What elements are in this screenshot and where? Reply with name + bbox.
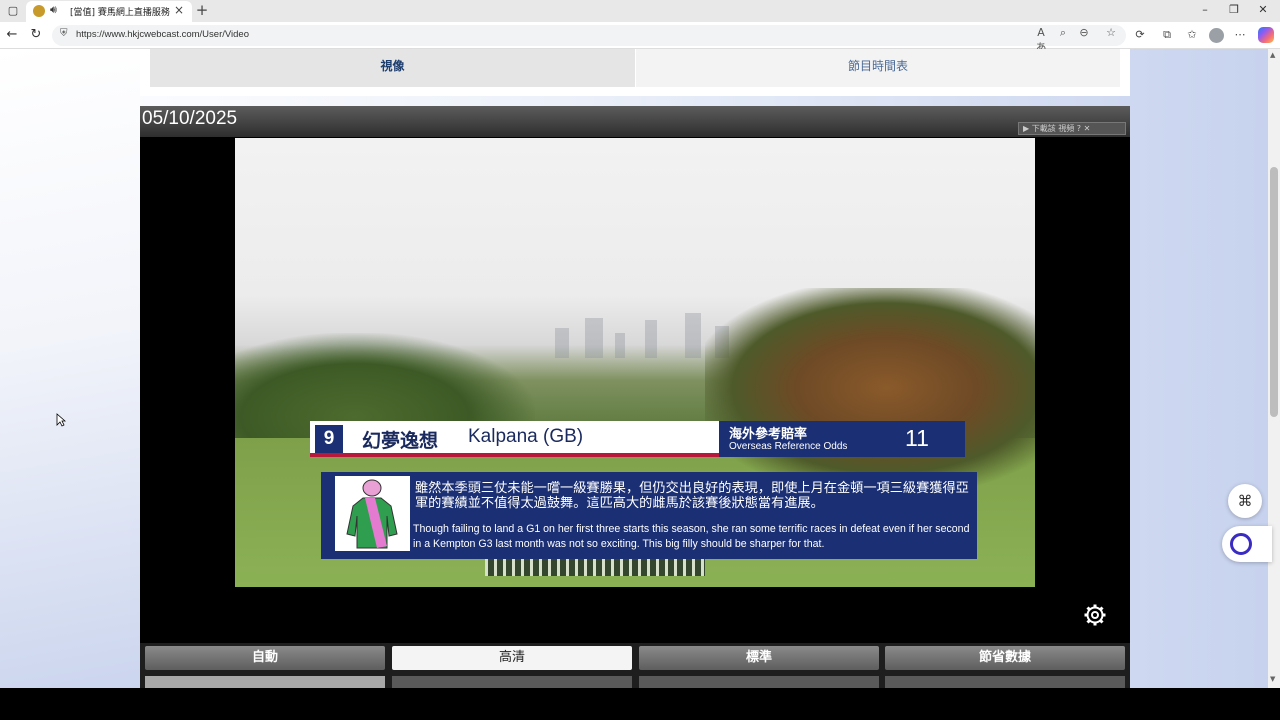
assistant-float-button[interactable] [1222, 526, 1272, 562]
tab-actions-icon[interactable]: ▢ [6, 4, 20, 18]
minimize-button[interactable]: – [1197, 3, 1213, 16]
scrollbar-thumb[interactable] [1270, 167, 1278, 417]
copilot-icon[interactable] [1258, 27, 1274, 43]
settings-gear-icon[interactable] [1084, 604, 1106, 626]
odds-label-english: Overseas Reference Odds [729, 441, 848, 452]
assistant-face-icon [1230, 533, 1252, 555]
tab-title: [當值] 賽馬網上直播服務 [70, 8, 170, 18]
horse-name-english: Kalpana (GB) [468, 426, 584, 447]
more-menu-icon[interactable]: ⋯ [1232, 28, 1248, 41]
site-info-icon[interactable]: ⛨ [60, 28, 68, 39]
main-content: 視像 節目時間表 05/10/2025 ▶ 下載該 視頻 ? ✕ 9 幻夢逸想 … [140, 49, 1130, 688]
scroll-up-arrow-icon[interactable]: ▲ [1270, 51, 1275, 59]
address-bar: ← ↻ ⛨ https://www.hkjcwebcast.com/User/V… [0, 22, 1280, 54]
maximize-button[interactable]: ❐ [1226, 3, 1242, 16]
quality-bar: 自動 高清 標準 節省數據 [140, 643, 1130, 688]
url-field[interactable]: ⛨ https://www.hkjcwebcast.com/User/Video [52, 25, 1126, 46]
starting-gate [485, 558, 705, 576]
horse-name-chinese: 幻夢逸想 [362, 430, 439, 452]
comment-english: Though failing to land a G1 on her first… [413, 523, 970, 550]
jockey-silks-icon [335, 476, 410, 551]
scroll-down-arrow-icon[interactable]: ▼ [1270, 675, 1275, 683]
refresh-extension-icon[interactable]: ⟳ [1132, 28, 1148, 41]
date-bar: 05/10/2025 ▶ 下載該 視頻 ? ✕ [140, 106, 1130, 137]
odds-label-chinese: 海外參考賠率 [729, 427, 808, 442]
close-window-button[interactable]: ✕ [1255, 3, 1271, 16]
language-button-4[interactable] [885, 676, 1125, 688]
comment-box: 雖然本季頭三仗未能一嚐一級賽勝果，但仍交出良好的表現，即使上月在金頓一項三級賽獲… [321, 472, 977, 559]
race-date: 05/10/2025 [142, 108, 238, 129]
quality-hd-button[interactable]: 高清 [392, 646, 632, 670]
video-player: 05/10/2025 ▶ 下載該 視頻 ? ✕ 9 幻夢逸想 Kalpana (… [140, 106, 1130, 688]
quality-standard-button[interactable]: 標準 [639, 646, 879, 670]
download-video-bar[interactable]: ▶ 下載該 視頻 ? ✕ [1018, 122, 1126, 135]
speaker-icon[interactable]: 🔊︎ [50, 3, 57, 17]
horse-name-bar: 9 幻夢逸想 Kalpana (GB) 海外參考賠率 Overseas Refe… [310, 421, 965, 457]
tab-video[interactable]: 視像 [150, 49, 635, 87]
extensions-icon[interactable]: ⧉ [1159, 28, 1175, 42]
tab-strip: ▢ 🔊︎ [當值] 賽馬網上直播服務 × + – ❐ ✕ [0, 0, 1280, 22]
odds-value: 11 [905, 425, 929, 451]
more-tools-icon[interactable]: ⊖ [1077, 26, 1091, 39]
horse-number: 9 [315, 425, 343, 453]
browser-window: ▢ 🔊︎ [當值] 賽馬網上直播服務 × + – ❐ ✕ ← ↻ ⛨ https… [0, 0, 1280, 688]
language-button-2[interactable] [392, 676, 632, 688]
favorite-star-icon[interactable]: ☆ [1104, 26, 1118, 39]
autumn-trees [705, 288, 1035, 488]
page-body: 視像 節目時間表 05/10/2025 ▶ 下載該 視頻 ? ✕ 9 幻夢逸想 … [0, 49, 1268, 688]
url-text[interactable]: https://www.hkjcwebcast.com/User/Video [76, 29, 249, 40]
left-background [0, 49, 140, 688]
tab-schedule[interactable]: 節目時間表 [636, 49, 1120, 87]
tab-close-icon[interactable]: × [174, 3, 184, 17]
profile-avatar[interactable] [1209, 28, 1224, 43]
quality-auto-button[interactable]: 自動 [145, 646, 385, 670]
download-video-label[interactable]: ▶ 下載該 視頻 ? ✕ [1023, 123, 1090, 134]
new-tab-button[interactable]: + [194, 1, 210, 19]
zoom-icon[interactable]: ⌕ [1056, 26, 1070, 40]
site-favicon-icon [33, 5, 45, 17]
mouse-cursor-icon [56, 413, 66, 427]
language-button-1[interactable] [145, 676, 385, 688]
video-frame[interactable]: 9 幻夢逸想 Kalpana (GB) 海外參考賠率 Overseas Refe… [235, 138, 1035, 587]
page-scrollbar[interactable]: ▲ ▼ [1268, 49, 1280, 688]
odds-box: 海外參考賠率 Overseas Reference Odds 11 [719, 421, 965, 457]
reload-icon[interactable]: ↻ [28, 27, 44, 43]
back-arrow-icon[interactable]: ← [4, 27, 20, 43]
language-button-3[interactable] [639, 676, 879, 688]
section-tabs: 視像 節目時間表 [140, 49, 1130, 96]
apps-grid-icon[interactable]: ⌘ [1228, 484, 1262, 518]
favorites-icon[interactable]: ✩ [1184, 28, 1200, 41]
quality-data-saver-button[interactable]: 節省數據 [885, 646, 1125, 670]
browser-tab[interactable]: 🔊︎ [當值] 賽馬網上直播服務 × [26, 1, 192, 22]
comment-chinese: 雖然本季頭三仗未能一嚐一級賽勝果，但仍交出良好的表現，即使上月在金頓一項三級賽獲… [415, 481, 969, 511]
